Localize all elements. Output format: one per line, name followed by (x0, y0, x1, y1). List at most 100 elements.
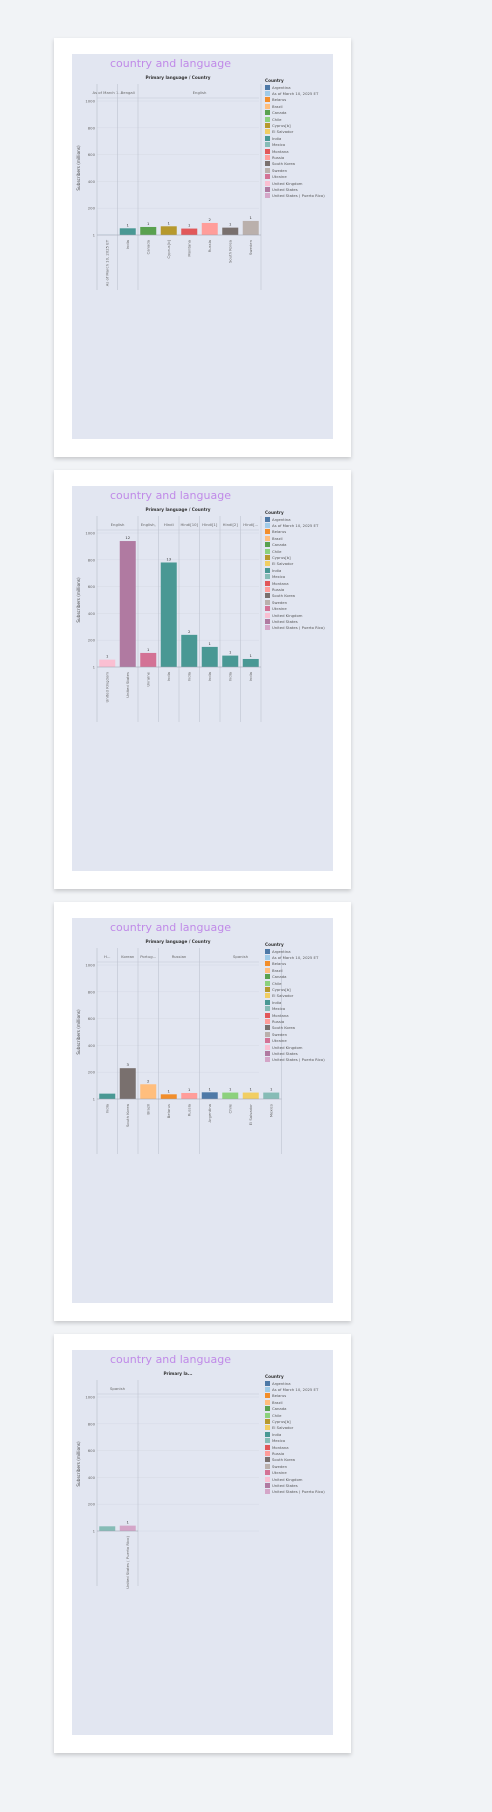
category-label: India (228, 672, 233, 681)
legend-label: South Korea (272, 593, 296, 599)
group-label: Hindi (164, 522, 174, 527)
y-tick-label: 400 (88, 1043, 96, 1048)
category-label: Belarus (166, 1104, 171, 1118)
legend-label: Russia (272, 1018, 285, 1024)
legend-label: Ukraine (272, 174, 287, 180)
bar (119, 228, 136, 235)
y-tick-label: 1000 (85, 531, 95, 536)
bar (140, 1084, 157, 1099)
legend-label: As of March 10, 2025 ET (272, 523, 319, 529)
bar (140, 226, 157, 235)
legend-swatch (265, 1057, 270, 1063)
legend-label: United Kingdom (272, 1044, 303, 1050)
category-label: India (207, 672, 212, 681)
legend-swatch (265, 1412, 270, 1418)
group-label: English (111, 522, 125, 527)
legend-items: Argentina As of March 10, 2025 ET Belarus B… (265, 84, 333, 199)
y-tick-label: 800 (88, 1421, 96, 1426)
y-axis-label: Subscribers (millions) (76, 1441, 81, 1487)
legend-swatch (265, 1470, 270, 1476)
y-tick-label: 600 (88, 1448, 96, 1453)
legend-swatch (265, 535, 270, 541)
category-label: South Korea (228, 240, 233, 263)
data-label: 1 (250, 1087, 253, 1092)
legend-item[interactable]: United States ( Puerto Rico) (265, 1489, 333, 1495)
legend-swatch (265, 1387, 270, 1393)
bar (160, 562, 177, 667)
legend-swatch (265, 154, 270, 160)
chart-title: Primary la... (163, 1371, 192, 1376)
y-tick-label: 1 (93, 233, 96, 238)
legend: Country Argentina As of March 10, 2025 ET… (265, 78, 333, 199)
legend-swatch (265, 91, 270, 97)
legend-item[interactable]: United States ( Puerto Rico) (265, 1057, 333, 1063)
legend-label: Belarus (272, 529, 287, 535)
legend-swatch (265, 167, 270, 173)
bar (160, 1094, 177, 1099)
legend-swatch (265, 135, 270, 141)
legend-swatch (265, 97, 270, 103)
legend-label: Mexico (272, 574, 286, 580)
legend-swatch (265, 142, 270, 148)
group-label: Korean (121, 954, 135, 959)
legend-label: Russia (272, 586, 285, 592)
category-label: India (105, 1104, 110, 1113)
legend-label: Chile (272, 548, 282, 554)
bar (181, 634, 198, 667)
y-tick-label: 1000 (85, 1395, 95, 1400)
y-tick-label: 1 (93, 1097, 96, 1102)
legend-swatch (265, 948, 270, 954)
data-label: 1 (229, 650, 232, 655)
legend-swatch (265, 980, 270, 986)
legend-item[interactable]: United States ( Puerto Rico) (265, 625, 333, 631)
legend-label: Montana (272, 1012, 289, 1018)
legend-swatch (265, 625, 270, 631)
chart-panel: country and language Primary la... Subscr… (72, 1350, 333, 1735)
y-axis-label: Subscribers (millions) (76, 577, 81, 623)
legend-swatch (265, 116, 270, 122)
category-label: India (125, 240, 130, 249)
group-label: Bengali (121, 90, 135, 95)
legend-label: India (272, 999, 282, 1005)
y-axis-label: Subscribers (millions) (76, 1009, 81, 1055)
legend-label: Montana (272, 1444, 289, 1450)
legend-label: Ukraine (272, 606, 287, 612)
legend-label: Montana (272, 148, 289, 154)
group-label: English, (141, 522, 156, 527)
legend-items: Argentina As of March 10, 2025 ET Belarus B… (265, 516, 333, 631)
legend-label: Brazil (272, 103, 283, 109)
legend-label: Ukraine (272, 1470, 287, 1476)
legend-swatch (265, 180, 270, 186)
legend-swatch (265, 529, 270, 535)
legend-title: Country (265, 942, 284, 947)
legend-swatch (265, 618, 270, 624)
legend-swatch (265, 1482, 270, 1488)
dashboard-page-2: country and language Primary language / … (54, 470, 351, 889)
data-label: 1 (168, 1088, 171, 1093)
legend-item[interactable]: United States ( Puerto Rico) (265, 193, 333, 199)
legend-swatch (265, 993, 270, 999)
group-label: Spanish (233, 954, 249, 959)
data-label: 2 (209, 217, 212, 222)
legend-swatch (265, 186, 270, 192)
group-label: Hindi[10] (180, 522, 198, 527)
bar (119, 1068, 136, 1099)
chart-title: Primary language / Country (145, 507, 210, 512)
data-label: 12 (125, 535, 130, 540)
legend-swatch (265, 999, 270, 1005)
data-label: 1 (209, 1086, 212, 1091)
legend-label: Sweden (272, 167, 288, 173)
legend-label: South Korea (272, 161, 296, 167)
legend-swatch (265, 955, 270, 961)
legend-swatch (265, 555, 270, 561)
legend-label: Ukraine (272, 1038, 287, 1044)
legend-label: Canada (272, 542, 287, 548)
legend-label: Mexico (272, 142, 286, 148)
category-label: United States (125, 672, 130, 698)
data-label: 13 (166, 556, 171, 561)
legend-swatch (265, 1438, 270, 1444)
legend-label: Canada (272, 974, 287, 980)
legend: Country Argentina As of March 10, 2025 ET… (265, 510, 333, 631)
legend-items: Argentina As of March 10, 2025 ET Belarus B… (265, 1380, 333, 1495)
legend-swatch (265, 174, 270, 180)
